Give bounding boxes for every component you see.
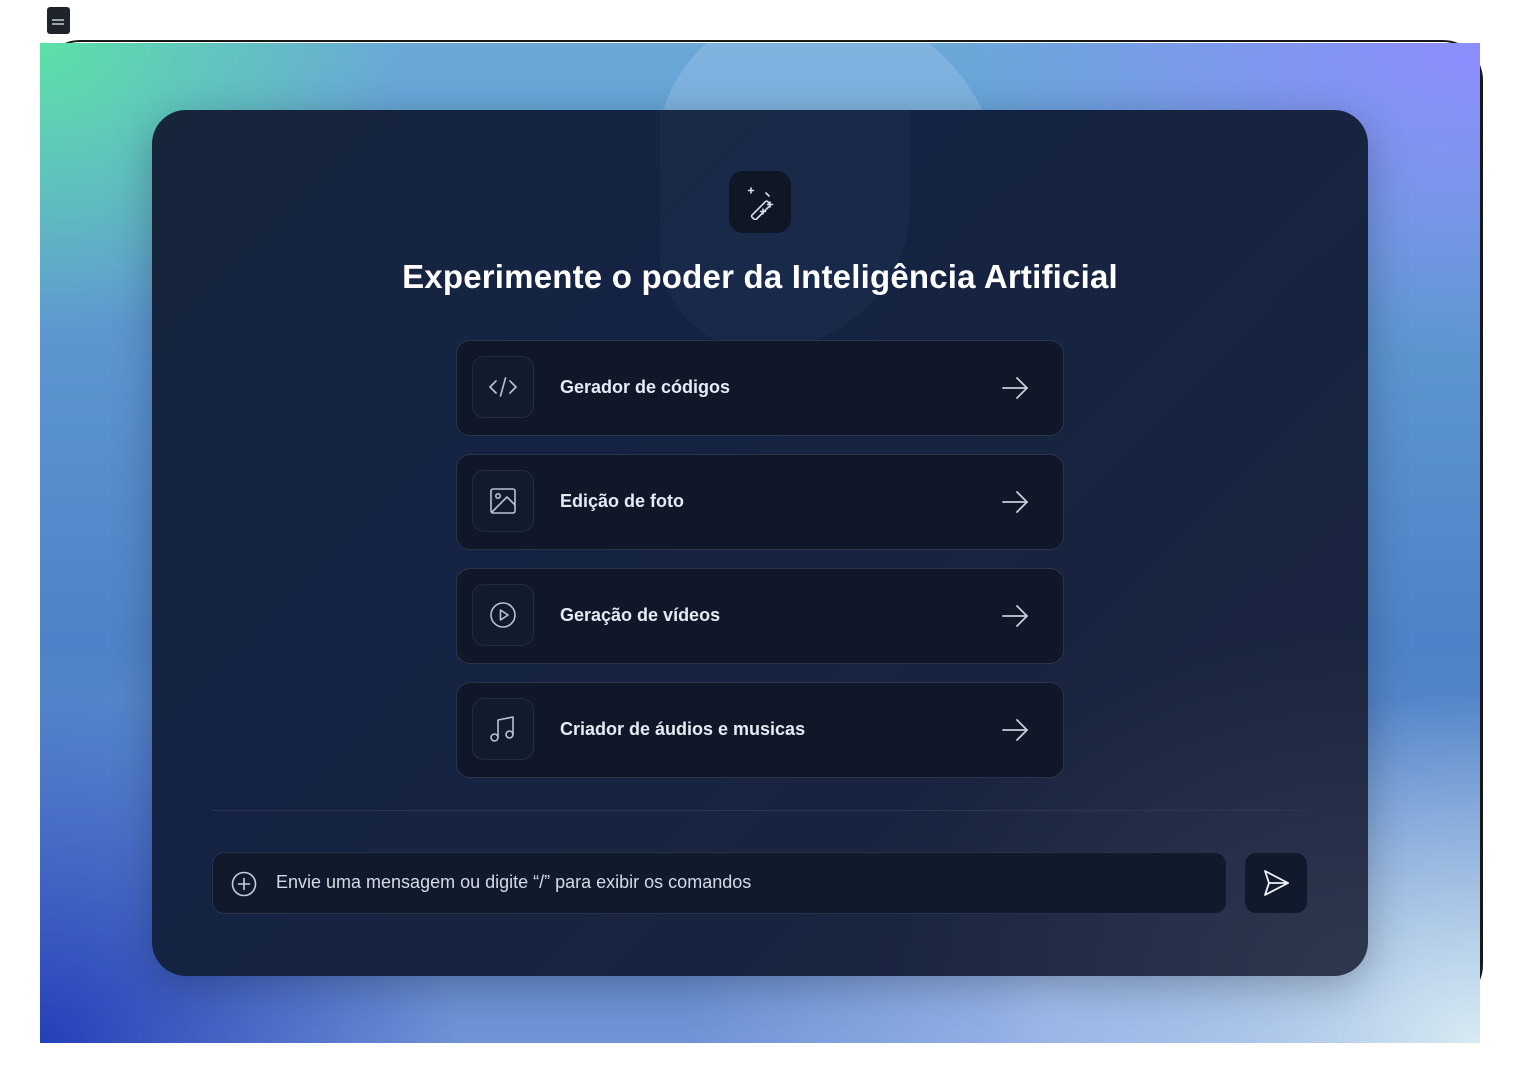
feature-audio-music-creator[interactable]: Criador de áudios e musicas [456, 682, 1064, 778]
feature-list: Gerador de códigos Edição de foto Geraçã… [456, 340, 1064, 796]
feature-label: Edição de foto [560, 491, 685, 511]
feature-video-generation[interactable]: Geração de vídeos [456, 568, 1064, 664]
image-icon [472, 470, 534, 532]
send-button[interactable] [1244, 852, 1308, 914]
send-icon [1264, 870, 1289, 896]
feature-label: Geração de vídeos [560, 605, 721, 625]
code-icon [472, 356, 534, 418]
message-input[interactable]: Envie uma mensagem ou digite “/” para ex… [276, 872, 1176, 893]
arrow-right-icon [1002, 605, 1028, 627]
plus-circle-icon[interactable] [231, 871, 257, 897]
page-title: Experimente o poder da Inteligência Arti… [402, 258, 1118, 295]
arrow-right-icon [1002, 377, 1028, 399]
play-circle-icon [472, 584, 534, 646]
arrow-right-icon [1002, 491, 1028, 513]
music-note-icon [472, 698, 534, 760]
feature-label: Gerador de códigos [560, 377, 731, 397]
arrow-right-icon [1002, 719, 1028, 741]
message-composer: Envie uma mensagem ou digite “/” para ex… [212, 852, 1227, 914]
magic-wand-icon [729, 171, 791, 233]
feature-photo-editing[interactable]: Edição de foto [456, 454, 1064, 550]
gradient-background: Experimente o poder da Inteligência Arti… [40, 43, 1480, 1043]
ai-panel: Experimente o poder da Inteligência Arti… [152, 110, 1368, 976]
app-corner-icon [47, 7, 70, 34]
feature-code-generator[interactable]: Gerador de códigos [456, 340, 1064, 436]
feature-label: Criador de áudios e musicas [560, 719, 806, 739]
divider [212, 810, 1308, 811]
